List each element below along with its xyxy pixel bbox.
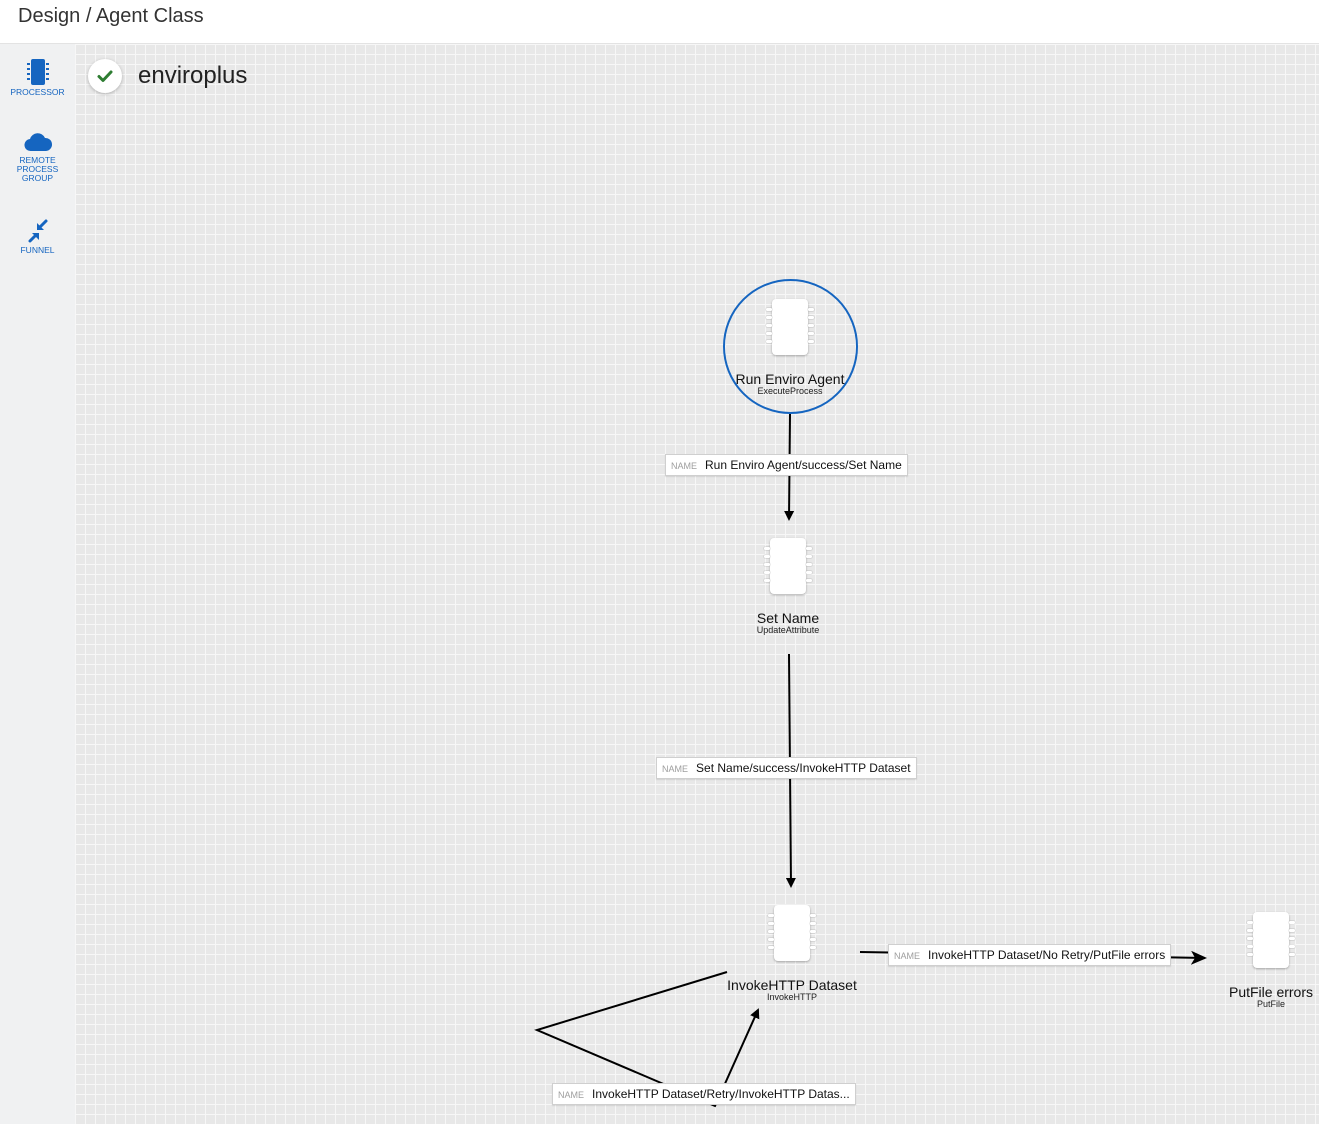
chip-pin <box>808 316 814 319</box>
chip-pin <box>810 914 816 917</box>
remote-process-group-tool[interactable]: REMOTE PROCESS GROUP <box>0 130 75 183</box>
chip-pin <box>766 324 772 327</box>
connection-label[interactable]: NAME InvokeHTTP Dataset/No Retry/PutFile … <box>888 944 1172 966</box>
chip-pin <box>768 914 774 917</box>
flow-name: enviroplus <box>138 62 248 89</box>
chip-pin <box>1289 945 1295 948</box>
check-icon <box>88 70 122 97</box>
processor-type: InvokeHTTP <box>766 992 818 1002</box>
processor-chip-icon <box>1247 912 1295 968</box>
flow-status-indicator <box>88 59 122 93</box>
processor-type: PutFile <box>1256 999 1286 1009</box>
chip-pin <box>768 938 774 941</box>
connection-label[interactable]: NAME Set Name/success/InvokeHTTP Dataset <box>656 757 917 779</box>
chip-pin <box>768 922 774 925</box>
processor-type: ExecuteProcess <box>757 386 823 396</box>
chip-pin <box>808 308 814 311</box>
chip-pin <box>1247 929 1253 932</box>
funnel-tool-label: FUNNEL <box>20 245 55 255</box>
chip-pin <box>766 308 772 311</box>
processor-name: PutFile errors <box>1228 984 1314 1000</box>
chip-pin <box>766 340 772 343</box>
chip-pin <box>806 555 812 558</box>
funnel-collapse-icon <box>0 218 75 244</box>
processor-type: UpdateAttribute <box>756 625 820 635</box>
chip-pin <box>1247 945 1253 948</box>
component-palette: PROCESSOR REMOTE PROCESS GROUP FUNNEL <box>0 44 75 1124</box>
breadcrumb: Design / Agent Class <box>18 5 204 27</box>
rpg-tool-label: REMOTE PROCESS GROUP <box>16 155 59 183</box>
cloud-icon <box>0 130 75 154</box>
chip-pin <box>806 547 812 550</box>
connection-label-value: Run Enviro Agent/success/Set Name <box>705 458 902 472</box>
chip-pin <box>810 922 816 925</box>
chip-pin <box>768 946 774 949</box>
chip-pin <box>1247 921 1253 924</box>
chip-pin <box>810 930 816 933</box>
chip-pin <box>806 571 812 574</box>
processor-chip-icon <box>0 58 75 86</box>
connection-label-key: NAME <box>558 1090 585 1100</box>
chip-pin <box>810 938 816 941</box>
processor-name: InvokeHTTP Dataset <box>727 977 857 993</box>
chip-pin <box>764 571 770 574</box>
chip-pin <box>1247 953 1253 956</box>
top-header: Design / Agent Class <box>0 0 1319 44</box>
processor-chip-icon <box>766 299 814 355</box>
chip-pin <box>764 563 770 566</box>
flow-canvas[interactable]: enviroplus Run Enviro Agent ExecuteProce… <box>75 44 1319 1124</box>
connection-label-value: InvokeHTTP Dataset/Retry/InvokeHTTP Data… <box>592 1087 850 1101</box>
chip-pin <box>764 555 770 558</box>
chip-pin <box>766 316 772 319</box>
chip-pin <box>764 579 770 582</box>
processor-chip-icon <box>764 538 812 594</box>
connection-label-value: Set Name/success/InvokeHTTP Dataset <box>696 761 911 775</box>
chip-pin <box>808 324 814 327</box>
chip-pin <box>808 340 814 343</box>
connection-label-key: NAME <box>671 461 698 471</box>
connection-label[interactable]: NAME InvokeHTTP Dataset/Retry/InvokeHTTP … <box>552 1083 856 1105</box>
chip-pin <box>806 579 812 582</box>
chip-pin <box>1289 921 1295 924</box>
connection-label-value: InvokeHTTP Dataset/No Retry/PutFile erro… <box>928 948 1166 962</box>
chip-pin <box>766 332 772 335</box>
chip-pin <box>1247 937 1253 940</box>
chip-pin <box>1289 953 1295 956</box>
chip-pin <box>1289 937 1295 940</box>
chip-pin <box>768 930 774 933</box>
processor-name: Run Enviro Agent <box>735 371 845 387</box>
funnel-tool[interactable]: FUNNEL <box>0 218 75 255</box>
processor-name: Set Name <box>756 610 820 626</box>
chip-pin <box>808 332 814 335</box>
chip-pin <box>1289 929 1295 932</box>
processor-tool[interactable]: PROCESSOR <box>0 58 75 97</box>
connection-label[interactable]: NAME Run Enviro Agent/success/Set Name <box>665 454 908 476</box>
chip-pin <box>764 547 770 550</box>
chip-pin <box>806 563 812 566</box>
chip-pin <box>810 946 816 949</box>
processor-tool-label: PROCESSOR <box>10 87 65 97</box>
processor-chip-icon <box>768 905 816 961</box>
connection-label-key: NAME <box>894 951 921 961</box>
connection-label-key: NAME <box>662 764 689 774</box>
